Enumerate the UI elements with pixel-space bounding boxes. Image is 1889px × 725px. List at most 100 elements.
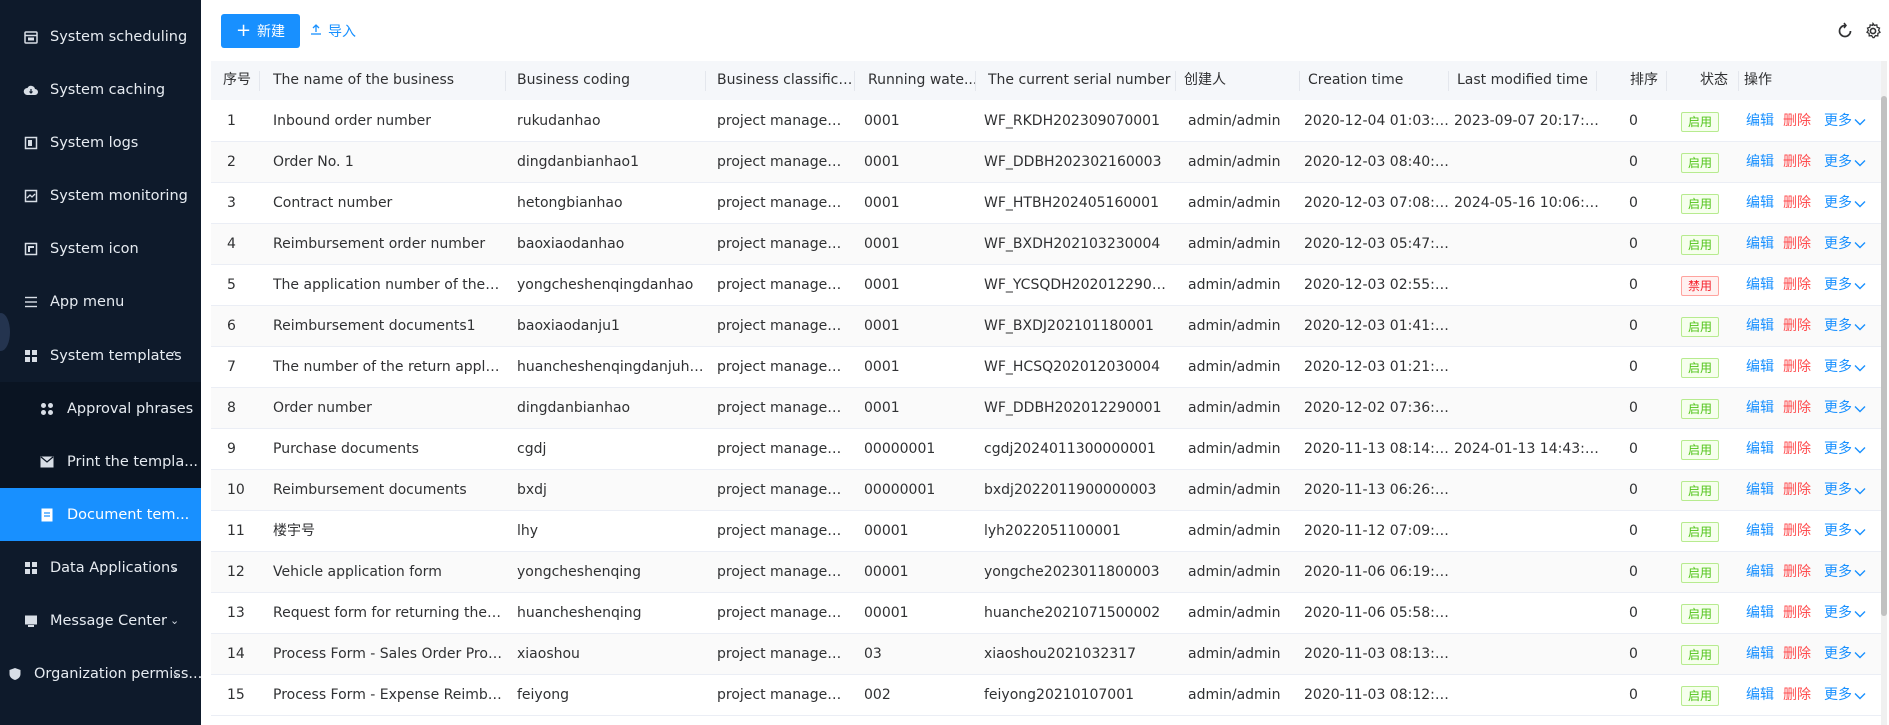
table-row[interactable]: 12 Vehicle application form yongcheshenqin… (211, 552, 1884, 593)
delete-link[interactable]: 删除 (1783, 306, 1811, 347)
more-link[interactable]: 更多 (1824, 388, 1852, 429)
table-row[interactable]: 7 The number of the return applicati... hu… (211, 347, 1884, 388)
table-row[interactable]: 11 楼宇号 lhy project management 00001 lyh202205… (211, 511, 1884, 552)
edit-link[interactable]: 编辑 (1746, 634, 1774, 675)
more-chevron-down-icon[interactable] (1854, 224, 1866, 265)
delete-link[interactable]: 删除 (1783, 593, 1811, 634)
edit-link[interactable]: 编辑 (1746, 511, 1774, 552)
edit-link[interactable]: 编辑 (1746, 183, 1774, 224)
status-badge: 启用 (1681, 317, 1720, 337)
delete-link[interactable]: 删除 (1783, 429, 1811, 470)
table-row[interactable]: 15 Process Form - Expense Reimburse... fei… (211, 675, 1884, 716)
more-link[interactable]: 更多 (1824, 470, 1852, 511)
sidebar-item-message-center[interactable]: Message Center ⌄ (0, 594, 201, 647)
sidebar-item-system-monitoring[interactable]: System monitoring (0, 169, 201, 222)
edit-link[interactable]: 编辑 (1746, 306, 1774, 347)
more-chevron-down-icon[interactable] (1854, 675, 1866, 716)
edit-link[interactable]: 编辑 (1746, 142, 1774, 183)
table-row[interactable]: 4 Reimbursement order number baoxiaodanhao… (211, 224, 1884, 265)
sidebar-item-system-templates[interactable]: System templates ⌃ (0, 329, 201, 382)
sidebar-item-document-template[interactable]: Document tem... (0, 488, 201, 541)
scrollbar-thumb[interactable] (1881, 96, 1887, 616)
more-link[interactable]: 更多 (1824, 306, 1852, 347)
table-row[interactable]: 10 Reimbursement documents bxdj project man… (211, 470, 1884, 511)
settings-gear-icon[interactable] (1863, 21, 1883, 41)
more-link[interactable]: 更多 (1824, 593, 1852, 634)
more-chevron-down-icon[interactable] (1854, 142, 1866, 183)
column-header-modified-time: Last modified time (1457, 72, 1588, 88)
more-link[interactable]: 更多 (1824, 265, 1852, 306)
edit-link[interactable]: 编辑 (1746, 347, 1774, 388)
delete-link[interactable]: 删除 (1783, 224, 1811, 265)
table-row[interactable]: 1 Inbound order number rukudanhao project m… (211, 101, 1884, 142)
delete-link[interactable]: 删除 (1783, 388, 1811, 429)
edit-link[interactable]: 编辑 (1746, 101, 1774, 142)
more-link[interactable]: 更多 (1824, 511, 1852, 552)
edit-link[interactable]: 编辑 (1746, 429, 1774, 470)
column-header-classification: Business classificat... (717, 72, 859, 88)
more-chevron-down-icon[interactable] (1854, 429, 1866, 470)
more-link[interactable]: 更多 (1824, 101, 1852, 142)
more-chevron-down-icon[interactable] (1854, 306, 1866, 347)
sidebar-item-app-menu[interactable]: App menu (0, 275, 201, 328)
sidebar-item-organization-permissions[interactable]: Organization permiss... ⌄ (0, 647, 201, 700)
more-chevron-down-icon[interactable] (1854, 347, 1866, 388)
delete-link[interactable]: 删除 (1783, 101, 1811, 142)
cell-business-code: feiyong (517, 687, 570, 703)
edit-link[interactable]: 编辑 (1746, 224, 1774, 265)
status-badge: 禁用 (1681, 276, 1720, 296)
delete-link[interactable]: 删除 (1783, 183, 1811, 224)
sidebar-item-approval-phrases[interactable]: Approval phrases (0, 382, 201, 435)
more-link[interactable]: 更多 (1824, 429, 1852, 470)
delete-link[interactable]: 删除 (1783, 675, 1811, 716)
table-row[interactable]: 13 Request form for returning the car huan… (211, 593, 1884, 634)
delete-link[interactable]: 删除 (1783, 552, 1811, 593)
table-row[interactable]: 14 Process Form - Sales Order Process xiao… (211, 634, 1884, 675)
delete-link[interactable]: 删除 (1783, 142, 1811, 183)
new-button[interactable]: + 新建 (221, 14, 300, 48)
more-chevron-down-icon[interactable] (1854, 593, 1866, 634)
edit-link[interactable]: 编辑 (1746, 265, 1774, 306)
more-link[interactable]: 更多 (1824, 552, 1852, 593)
delete-link[interactable]: 删除 (1783, 634, 1811, 675)
more-chevron-down-icon[interactable] (1854, 634, 1866, 675)
more-link[interactable]: 更多 (1824, 675, 1852, 716)
edit-link[interactable]: 编辑 (1746, 593, 1774, 634)
table-row[interactable]: 2 Order No. 1 dingdanbianhao1 project manag… (211, 142, 1884, 183)
table-row[interactable]: 3 Contract number hetongbianhao project man… (211, 183, 1884, 224)
refresh-icon[interactable] (1835, 21, 1855, 41)
sidebar-item-system-caching[interactable]: System caching (0, 63, 201, 116)
more-chevron-down-icon[interactable] (1854, 183, 1866, 224)
delete-link[interactable]: 删除 (1783, 470, 1811, 511)
sidebar-item-print-template[interactable]: Print the templa... (0, 435, 201, 488)
more-chevron-down-icon[interactable] (1854, 552, 1866, 593)
table-row[interactable]: 8 Order number dingdanbianhao project manag… (211, 388, 1884, 429)
more-chevron-down-icon[interactable] (1854, 388, 1866, 429)
import-button[interactable]: 导入 (310, 21, 356, 41)
more-chevron-down-icon[interactable] (1854, 101, 1866, 142)
delete-link[interactable]: 删除 (1783, 347, 1811, 388)
status-badge: 启用 (1681, 194, 1720, 214)
sidebar-item-system-logs[interactable]: System logs (0, 116, 201, 169)
more-chevron-down-icon[interactable] (1854, 265, 1866, 306)
table-row[interactable]: 9 Purchase documents cgdj project managemen… (211, 429, 1884, 470)
more-link[interactable]: 更多 (1824, 634, 1852, 675)
edit-link[interactable]: 编辑 (1746, 675, 1774, 716)
more-link[interactable]: 更多 (1824, 224, 1852, 265)
edit-link[interactable]: 编辑 (1746, 470, 1774, 511)
edit-link[interactable]: 编辑 (1746, 552, 1774, 593)
sidebar-item-system-icon[interactable]: System icon (0, 222, 201, 275)
more-link[interactable]: 更多 (1824, 183, 1852, 224)
cell-creator: admin/admin (1188, 605, 1281, 621)
delete-link[interactable]: 删除 (1783, 265, 1811, 306)
more-link[interactable]: 更多 (1824, 142, 1852, 183)
edit-link[interactable]: 编辑 (1746, 388, 1774, 429)
more-chevron-down-icon[interactable] (1854, 470, 1866, 511)
sidebar-item-data-applications[interactable]: Data Applications ⌄ (0, 541, 201, 594)
table-row[interactable]: 6 Reimbursement documents1 baoxiaodanju1 pr… (211, 306, 1884, 347)
delete-link[interactable]: 删除 (1783, 511, 1811, 552)
more-chevron-down-icon[interactable] (1854, 511, 1866, 552)
more-link[interactable]: 更多 (1824, 347, 1852, 388)
table-row[interactable]: 5 The application number of the car yongch… (211, 265, 1884, 306)
sidebar-item-system-scheduling[interactable]: System scheduling (0, 10, 201, 63)
